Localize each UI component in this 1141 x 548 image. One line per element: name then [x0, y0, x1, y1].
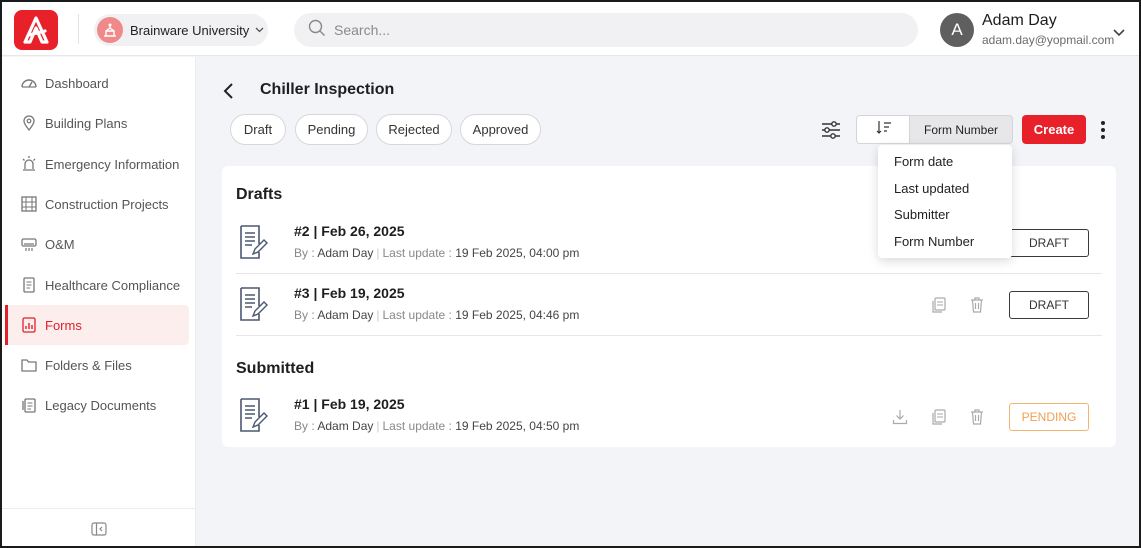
- dashboard-icon: [19, 73, 39, 93]
- folder-icon: [19, 355, 39, 375]
- sort-option-submitter[interactable]: Submitter: [894, 207, 950, 222]
- form-document-icon: [240, 225, 268, 259]
- sort-field-select[interactable]: Form Number: [909, 115, 1013, 144]
- building-icon: [19, 194, 39, 214]
- organization-name: Brainware University: [130, 22, 250, 38]
- form-title: #1 | Feb 19, 2025: [294, 396, 405, 412]
- sidebar-item-building-plans[interactable]: Building Plans: [5, 103, 189, 143]
- filter-chip-approved[interactable]: Approved: [460, 114, 541, 145]
- sort-option-form-number[interactable]: Form Number: [894, 234, 974, 249]
- avatar[interactable]: A: [940, 13, 974, 47]
- sidebar-item-label: Emergency Information: [45, 156, 180, 172]
- row-divider: [236, 335, 1102, 336]
- sidebar-item-label: Building Plans: [45, 115, 128, 131]
- search-icon: [308, 19, 326, 42]
- filter-settings-icon[interactable]: [818, 118, 844, 142]
- sort-option-form-date[interactable]: Form date: [894, 154, 953, 169]
- sort-options-menu: Form date Last updated Submitter Form Nu…: [878, 145, 1012, 258]
- sidebar-item-label: Healthcare Compliance: [45, 277, 181, 293]
- sort-direction-button[interactable]: [856, 115, 910, 144]
- location-pin-icon: [19, 113, 39, 133]
- clipboard-icon: [19, 275, 39, 295]
- header-divider: [78, 14, 79, 44]
- sort-option-last-updated[interactable]: Last updated: [894, 181, 969, 196]
- filter-chip-draft[interactable]: Draft: [230, 114, 286, 145]
- sidebar-item-construction-projects[interactable]: Construction Projects: [5, 184, 189, 224]
- sidebar-item-folders-files[interactable]: Folders & Files: [5, 345, 189, 385]
- back-arrow-icon[interactable]: [222, 80, 240, 102]
- form-chart-icon: [19, 315, 39, 335]
- user-email: adam.day@yopmail.com: [982, 33, 1115, 47]
- sidebar-item-label: Dashboard: [45, 75, 109, 91]
- documents-icon: [19, 395, 39, 415]
- download-icon[interactable]: [892, 409, 908, 425]
- delete-icon[interactable]: [969, 409, 985, 425]
- user-menu-chevron-icon[interactable]: [1113, 24, 1125, 42]
- form-meta: By : Adam Day | Last update : 19 Feb 2025,…: [294, 246, 580, 260]
- submitted-section-title: Submitted: [236, 360, 315, 377]
- form-document-icon: [240, 287, 268, 321]
- more-options-icon[interactable]: [1095, 118, 1111, 142]
- page-title: Chiller Inspection: [260, 81, 395, 98]
- chevron-down-icon: [255, 25, 265, 35]
- app-frame: Brainware University A Adam Day adam.day…: [0, 0, 1141, 548]
- air-conditioner-icon: [19, 234, 39, 254]
- sidebar-item-label: Construction Projects: [45, 196, 169, 212]
- organization-selector[interactable]: Brainware University: [94, 14, 268, 46]
- top-header: Brainware University A Adam Day adam.day…: [2, 2, 1139, 56]
- form-document-icon: [240, 398, 268, 432]
- search-input[interactable]: [334, 22, 894, 38]
- filter-chip-pending[interactable]: Pending: [295, 114, 368, 145]
- sidebar-item-dashboard[interactable]: Dashboard: [5, 63, 189, 103]
- filter-chip-rejected[interactable]: Rejected: [376, 114, 452, 145]
- status-badge[interactable]: DRAFT: [1009, 229, 1089, 257]
- search-bar: [294, 13, 918, 47]
- row-divider: [236, 273, 1102, 274]
- sidebar-item-healthcare-compliance[interactable]: Healthcare Compliance: [5, 265, 189, 305]
- sidebar-item-label: O&M: [45, 236, 75, 252]
- app-logo[interactable]: [14, 10, 58, 50]
- drafts-section-title: Drafts: [236, 186, 283, 203]
- form-title: #3 | Feb 19, 2025: [294, 285, 405, 301]
- sidebar-item-forms[interactable]: Forms: [5, 305, 189, 345]
- sidebar-item-om[interactable]: O&M: [5, 224, 189, 264]
- copy-icon[interactable]: [931, 409, 947, 425]
- collapse-sidebar-icon[interactable]: [90, 521, 108, 537]
- sidebar: Dashboard Building Plans Emergency Infor…: [2, 57, 196, 546]
- create-button[interactable]: Create: [1022, 115, 1086, 144]
- form-title: #2 | Feb 26, 2025: [294, 223, 405, 239]
- sidebar-item-emergency-information[interactable]: Emergency Information: [5, 144, 189, 184]
- sidebar-item-label: Forms: [45, 317, 82, 333]
- form-meta: By : Adam Day | Last update : 19 Feb 2025,…: [294, 308, 580, 322]
- organization-icon: [97, 17, 123, 43]
- status-badge[interactable]: PENDING: [1009, 403, 1089, 431]
- sidebar-item-label: Legacy Documents: [45, 397, 157, 413]
- form-meta: By : Adam Day | Last update : 19 Feb 2025,…: [294, 419, 580, 433]
- delete-icon[interactable]: [969, 297, 985, 313]
- user-name: Adam Day: [982, 12, 1057, 29]
- copy-icon[interactable]: [931, 297, 947, 313]
- sidebar-item-label: Folders & Files: [45, 357, 132, 373]
- sort-ascending-icon: [876, 120, 892, 139]
- status-badge[interactable]: DRAFT: [1009, 291, 1089, 319]
- alarm-icon: [19, 154, 39, 174]
- sidebar-divider: [2, 508, 195, 509]
- sidebar-item-legacy-documents[interactable]: Legacy Documents: [5, 385, 189, 425]
